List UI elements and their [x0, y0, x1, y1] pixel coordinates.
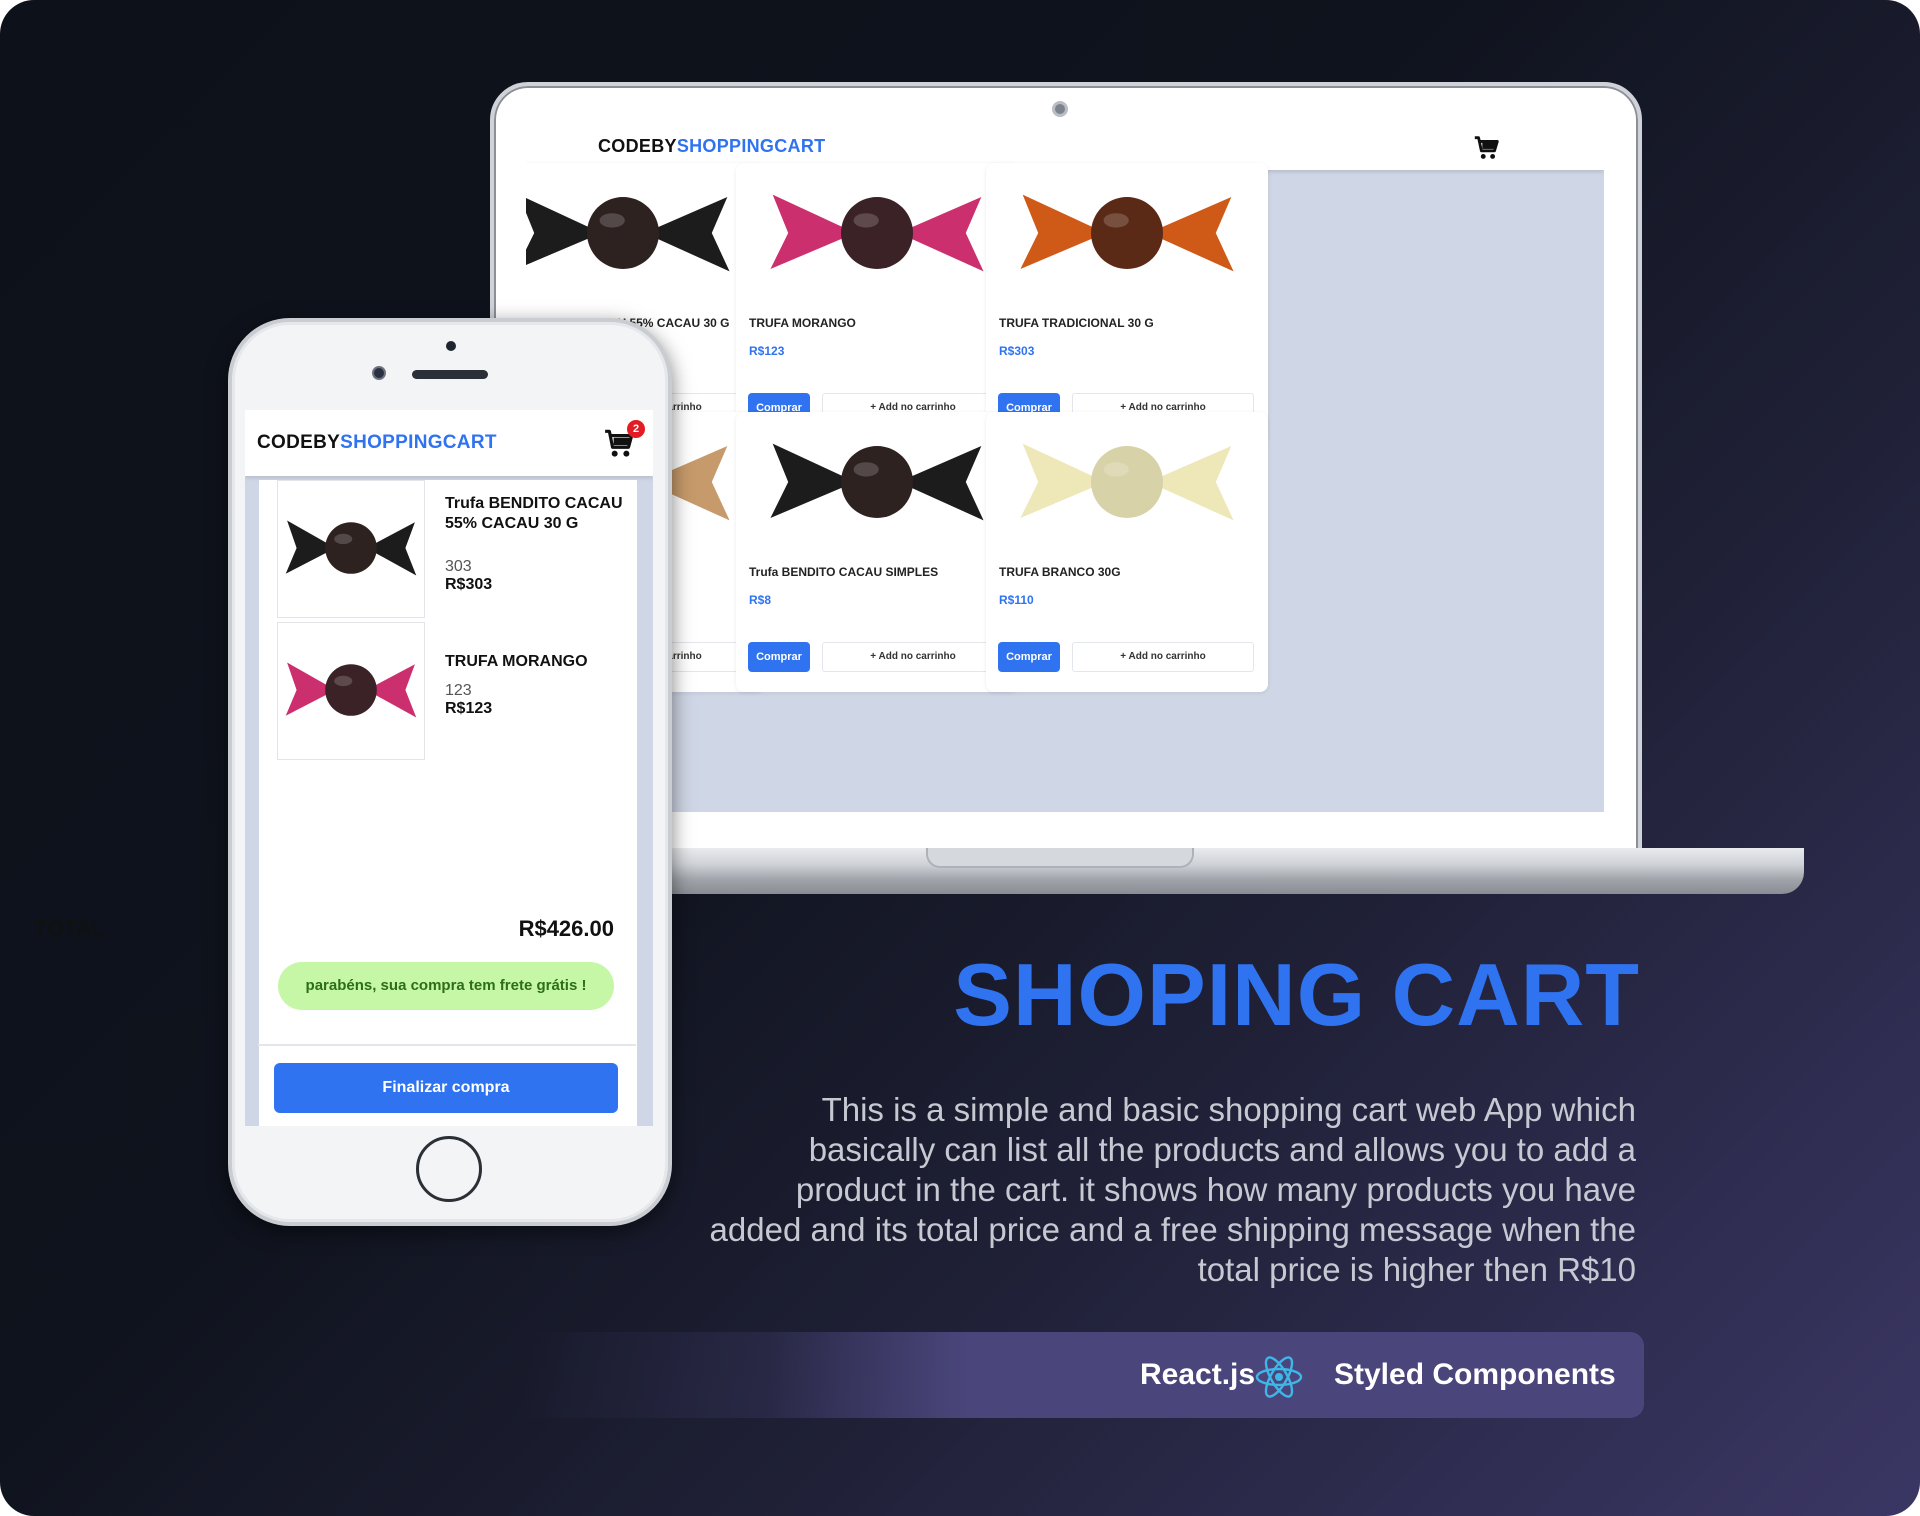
product-image: [1016, 173, 1238, 293]
brand-part2: SHOPPINGCART: [676, 136, 826, 156]
cart-item-name: Trufa BENDITO CACAU 55% CACAU 30 G: [445, 495, 623, 532]
cart-item: TRUFA MORANGO 123 R$123: [277, 622, 637, 762]
showcase-canvas: CODEBYSHOPPINGCART DITO CACAU 55% CACAU …: [0, 0, 1920, 1516]
brand-logo[interactable]: CODEBYSHOPPINGCART: [257, 432, 497, 454]
product-name: TRUFA MORANGO: [749, 316, 856, 330]
buy-button[interactable]: Comprar: [998, 642, 1060, 672]
free-shipping-message: parabéns, sua compra tem frete grátis !: [278, 962, 614, 1010]
product-image: [766, 173, 988, 293]
product-card: TRUFA BRANCO 30G R$110 Comprar + Add no …: [986, 412, 1268, 692]
product-price: R$123: [749, 344, 785, 358]
product-name: Trufa BENDITO CACAU SIMPLES: [749, 565, 939, 579]
checkout-divider: [258, 1044, 636, 1046]
product-card: Trufa BENDITO CACAU SIMPLES R$8 Comprar …: [736, 412, 1018, 692]
product-name: TRUFA TRADICIONAL 30 G: [999, 316, 1154, 330]
brand-logo[interactable]: CODEBYSHOPPINGCART: [598, 136, 825, 157]
cart-item-image: [277, 480, 425, 618]
product-image: [766, 422, 988, 542]
laptop-screen: CODEBYSHOPPINGCART DITO CACAU 55% CACAU …: [526, 126, 1604, 812]
phone-header: CODEBYSHOPPINGCART 2: [245, 410, 653, 476]
total-value: R$426.00: [518, 916, 614, 941]
cart-item-quantity: 123: [445, 682, 472, 699]
product-image: [526, 173, 734, 293]
tech-react-label: React.js: [1140, 1358, 1256, 1391]
brand-part2: SHOPPINGCART: [340, 432, 497, 453]
checkout-button[interactable]: Finalizar compra: [274, 1063, 618, 1113]
cart-icon[interactable]: [1472, 133, 1502, 163]
brand-part1: CODEBY: [257, 432, 341, 453]
cart-panel: Trufa BENDITO CACAU 55% CACAU 30 G 303 R…: [259, 480, 637, 1126]
product-price: R$8: [749, 593, 772, 607]
phone-screen: CODEBYSHOPPINGCART 2 Trufa BENDITO CACAU…: [245, 410, 653, 1126]
product-price: R$110: [999, 593, 1034, 607]
phone-home-button: [416, 1136, 482, 1202]
cart-item-name: TRUFA MORANGO: [445, 653, 588, 670]
product-card: TRUFA TRADICIONAL 30 G R$303 Comprar + A…: [986, 163, 1268, 443]
phone-camera: [372, 366, 386, 380]
brand-part1: CODEBY: [598, 136, 677, 156]
headline: SHOPING CART: [953, 945, 1640, 1044]
cart-item-image: [277, 622, 425, 760]
phone-sensor: [446, 341, 456, 351]
total-label: TOTAL: [34, 916, 106, 941]
buy-button[interactable]: Comprar: [748, 642, 810, 672]
cart-item: Trufa BENDITO CACAU 55% CACAU 30 G 303 R…: [277, 480, 637, 620]
laptop-camera: [1052, 101, 1068, 117]
cart-item-price: R$123: [445, 700, 493, 717]
description: This is a simple and basic shopping cart…: [709, 1091, 1636, 1288]
cart-item-price: R$303: [445, 576, 493, 593]
tech-styled-components-label: Styled Components: [1334, 1358, 1616, 1391]
add-to-cart-button[interactable]: + Add no carrinho: [822, 642, 1004, 672]
cart-item-quantity: 303: [445, 558, 472, 575]
laptop-base: [660, 848, 1804, 894]
product-card: TRUFA MORANGO R$123 Comprar + Add no car…: [736, 163, 1018, 443]
phone-speaker: [412, 370, 488, 379]
product-price: R$303: [999, 344, 1035, 358]
product-name: TRUFA BRANCO 30G: [999, 565, 1121, 579]
add-to-cart-button[interactable]: + Add no carrinho: [1072, 642, 1254, 672]
react-icon: [1255, 1356, 1303, 1398]
laptop-notch: [926, 848, 1194, 868]
cart-count-badge: 2: [627, 420, 645, 438]
product-image: [1016, 422, 1238, 542]
